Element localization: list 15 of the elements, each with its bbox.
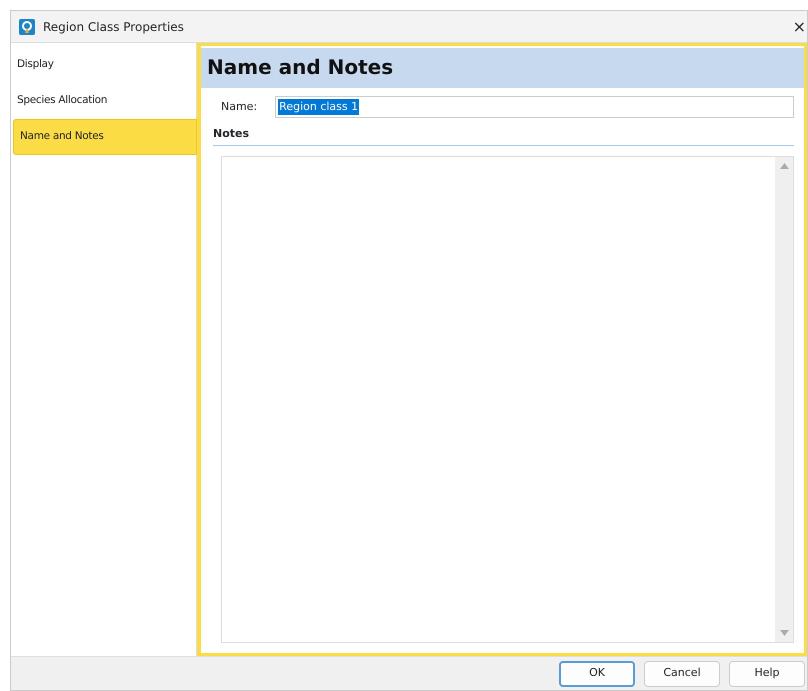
section-heading: Name and Notes <box>201 48 804 88</box>
scroll-down-icon[interactable] <box>780 630 788 636</box>
scrollbar[interactable] <box>775 156 793 642</box>
notes-field[interactable] <box>221 156 794 643</box>
window-title: Region Class Properties <box>43 18 184 36</box>
scroll-up-icon[interactable] <box>780 162 788 168</box>
notes-label: Notes <box>213 126 794 146</box>
close-button[interactable]: × <box>792 18 807 34</box>
name-field[interactable]: Region class 1 <box>275 96 794 118</box>
name-label: Name: <box>221 98 258 115</box>
dialog-button[interactable]: Help <box>729 660 805 686</box>
sidebar-item[interactable]: Name and Notes <box>13 119 197 155</box>
dialog-button[interactable]: OK <box>559 660 635 686</box>
app-icon <box>19 18 35 34</box>
dialog-button[interactable]: Cancel <box>644 660 720 686</box>
